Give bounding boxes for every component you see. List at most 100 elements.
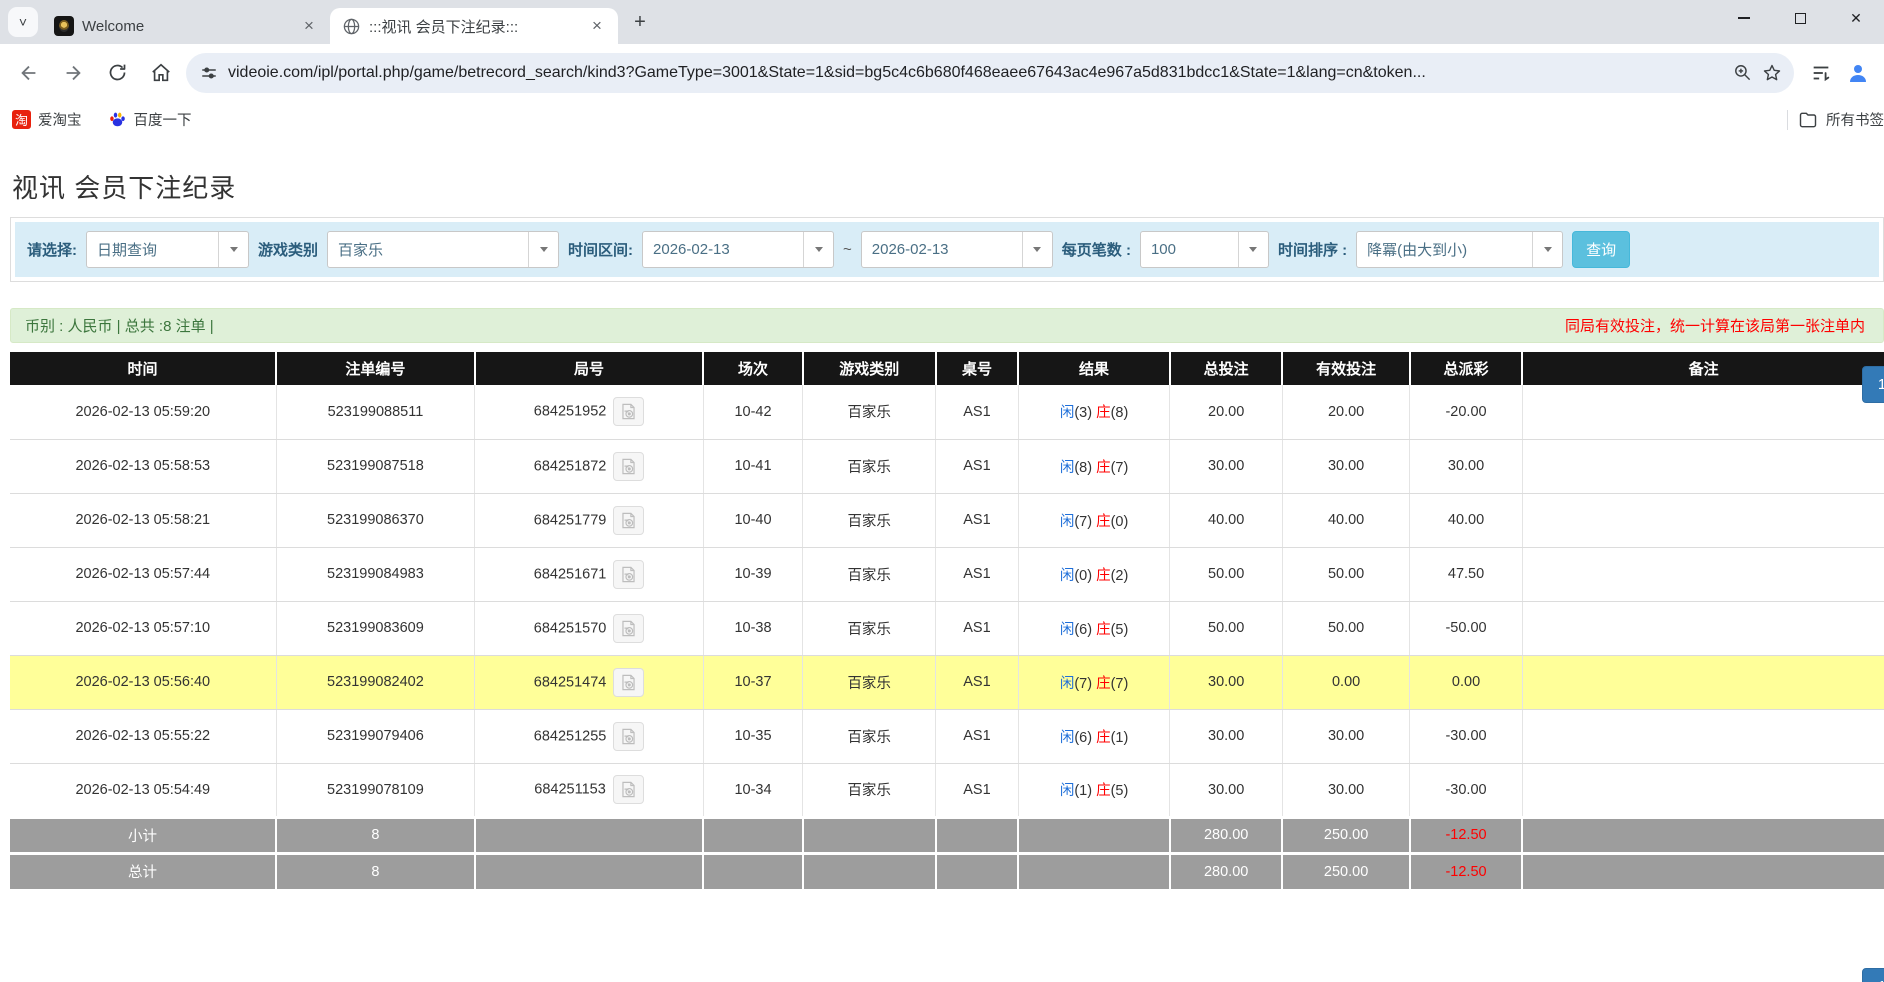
reading-list-icon[interactable] [1810, 62, 1832, 84]
video-replay-button[interactable] [613, 775, 644, 804]
query-type-select[interactable]: 日期查询 [86, 231, 249, 268]
bookmarks-separator [1787, 110, 1788, 130]
cell-time: 2026-02-13 05:59:20 [10, 385, 276, 439]
all-bookmarks-button[interactable]: 所有书签 [1798, 109, 1884, 130]
video-replay-button[interactable] [613, 668, 644, 697]
col-bet-no: 注单编号 [276, 352, 475, 385]
window-controls: ✕ [1716, 0, 1884, 36]
cell-remark [1522, 385, 1884, 439]
bookmark-aitaobao[interactable]: 淘 爱淘宝 [12, 109, 82, 130]
address-bar[interactable]: videoie.com/ipl/portal.php/game/betrecor… [186, 53, 1794, 93]
cell-table-no: AS1 [936, 493, 1018, 547]
chevron-down-icon [1532, 232, 1562, 267]
all-bookmarks-label: 所有书签 [1826, 109, 1884, 130]
back-icon[interactable] [10, 54, 48, 92]
cell-game-type: 百家乐 [803, 385, 936, 439]
video-replay-button[interactable] [613, 452, 644, 481]
summary-bar: 币别 : 人民币 | 总共 :8 注单 | 同局有效投注，统一计算在该局第一张注… [10, 308, 1884, 343]
video-replay-button[interactable] [613, 614, 644, 643]
col-session: 场次 [703, 352, 802, 385]
cell-table-no: AS1 [936, 655, 1018, 709]
table-row: 2026-02-13 05:54:49 523199078109 6842511… [10, 763, 1884, 817]
bookmark-star-icon[interactable] [1762, 63, 1782, 83]
table-row: 2026-02-13 05:58:21 523199086370 6842517… [10, 493, 1884, 547]
cell-game-type: 百家乐 [803, 439, 936, 493]
date-from-select[interactable]: 2026-02-13 [642, 231, 834, 268]
cell-bet-no: 523199083609 [276, 601, 475, 655]
page-size-label: 每页笔数 : [1062, 239, 1131, 260]
game-type-label: 游戏类别 [258, 239, 318, 260]
game-type-select[interactable]: 百家乐 [327, 231, 559, 268]
date-to-value: 2026-02-13 [862, 241, 1022, 258]
cell-total-bet: 50.00 [1170, 547, 1282, 601]
chevron-down-icon [528, 232, 558, 267]
valid-bet-note: 同局有效投注，统一计算在该局第一张注单内 [1565, 315, 1865, 336]
col-round-no: 局号 [475, 352, 704, 385]
pagination-page-1-bottom[interactable]: 1 [1862, 968, 1884, 982]
cell-time: 2026-02-13 05:56:40 [10, 655, 276, 709]
site-info-icon[interactable] [200, 64, 218, 82]
game-type-value: 百家乐 [328, 239, 528, 260]
cell-total-bet: 30.00 [1170, 763, 1282, 817]
cell-round-no: 684251779 [475, 493, 704, 547]
cell-game-type: 百家乐 [803, 655, 936, 709]
cell-result: 闲(6) 庄(1) [1018, 709, 1170, 763]
cell-remark [1522, 547, 1884, 601]
pagination-page-1-top[interactable]: 1 [1862, 366, 1884, 403]
maximize-button[interactable] [1772, 0, 1828, 36]
cell-total-bet: 30.00 [1170, 709, 1282, 763]
cell-game-type: 百家乐 [803, 601, 936, 655]
video-replay-button[interactable] [613, 722, 644, 751]
window-close-button[interactable]: ✕ [1828, 0, 1884, 36]
home-icon[interactable] [142, 54, 180, 92]
cell-time: 2026-02-13 05:55:22 [10, 709, 276, 763]
cell-valid-bet: 30.00 [1282, 763, 1409, 817]
cell-total-payout: 0.00 [1410, 655, 1522, 709]
video-replay-button[interactable] [613, 560, 644, 589]
bet-record-table: 时间 注单编号 局号 场次 游戏类别 桌号 结果 总投注 有效投注 总派彩 备注… [10, 352, 1884, 889]
cell-valid-bet: 30.00 [1282, 439, 1409, 493]
table-row: 2026-02-13 05:59:20 523199088511 6842519… [10, 385, 1884, 439]
tab-close-icon[interactable]: × [586, 15, 608, 37]
tab-close-icon[interactable]: × [298, 15, 320, 37]
cell-valid-bet: 50.00 [1282, 547, 1409, 601]
profile-avatar-icon[interactable] [1846, 61, 1870, 85]
cell-time: 2026-02-13 05:58:21 [10, 493, 276, 547]
sort-select[interactable]: 降冪(由大到小) [1356, 231, 1563, 268]
cell-remark [1522, 709, 1884, 763]
cell-game-type: 百家乐 [803, 763, 936, 817]
bookmark-baidu[interactable]: 百度一下 [108, 109, 192, 130]
minimize-button[interactable] [1716, 0, 1772, 36]
filter-panel: 请选择: 日期查询 游戏类别 百家乐 时间区间: 2026-02-13 ~ 20… [10, 217, 1884, 282]
cell-round-no: 684251255 [475, 709, 704, 763]
forward-icon[interactable] [54, 54, 92, 92]
tab-bet-record[interactable]: :::视讯 会员下注纪录::: × [330, 8, 618, 44]
cell-session: 10-42 [703, 385, 802, 439]
search-button[interactable]: 查询 [1572, 231, 1630, 268]
tab-search-chevron-icon[interactable]: ˅ [8, 7, 38, 37]
cell-result: 闲(7) 庄(0) [1018, 493, 1170, 547]
bookmark-label: 百度一下 [134, 109, 192, 130]
date-to-select[interactable]: 2026-02-13 [861, 231, 1053, 268]
subtotal-valid-bet: 250.00 [1282, 817, 1409, 853]
filter-bar: 请选择: 日期查询 游戏类别 百家乐 时间区间: 2026-02-13 ~ 20… [15, 222, 1879, 277]
cell-bet-no: 523199088511 [276, 385, 475, 439]
bookmarks-bar: 淘 爱淘宝 百度一下 所有书签 [0, 101, 1884, 138]
cell-total-payout: -30.00 [1410, 763, 1522, 817]
reload-icon[interactable] [98, 54, 136, 92]
browser-toolbar: videoie.com/ipl/portal.php/game/betrecor… [0, 44, 1884, 101]
tab-welcome[interactable]: Welcome × [42, 8, 330, 44]
video-replay-button[interactable] [613, 506, 644, 535]
new-tab-button[interactable]: + [626, 8, 654, 36]
page-title: 视讯 会员下注纪录 [12, 168, 1884, 205]
chevron-down-icon [803, 232, 833, 267]
table-body: 2026-02-13 05:59:20 523199088511 6842519… [10, 385, 1884, 817]
zoom-icon[interactable] [1733, 63, 1752, 82]
url-text: videoie.com/ipl/portal.php/game/betrecor… [228, 64, 1723, 82]
cell-remark [1522, 601, 1884, 655]
cell-remark [1522, 655, 1884, 709]
cell-session: 10-38 [703, 601, 802, 655]
video-replay-button[interactable] [613, 397, 644, 426]
page-size-select[interactable]: 100 [1140, 231, 1269, 268]
query-type-value: 日期查询 [87, 239, 218, 260]
